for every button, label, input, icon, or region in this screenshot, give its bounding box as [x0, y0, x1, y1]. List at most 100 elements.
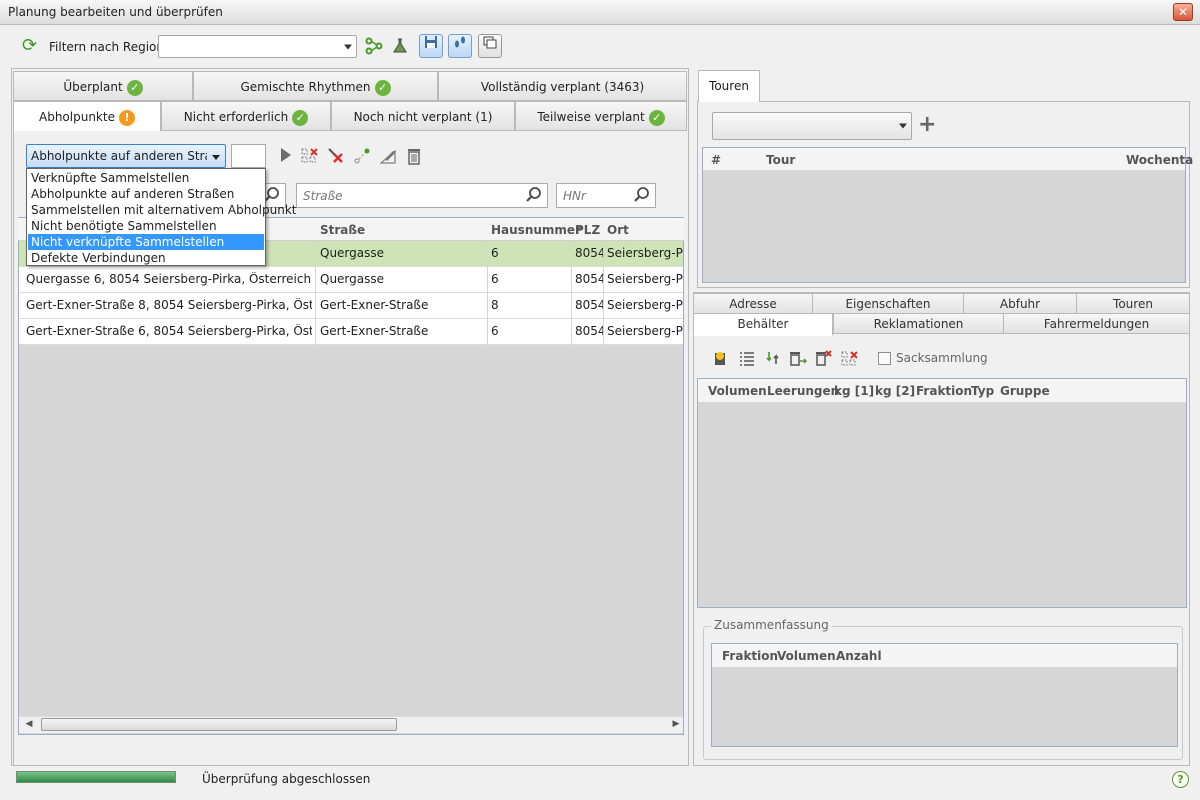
delete-link-icon[interactable]	[327, 147, 345, 165]
column-header-fraktion[interactable]: Fraktion	[722, 649, 778, 663]
help-icon[interactable]: ?	[1172, 771, 1189, 788]
column-header-leerungen[interactable]: Leerungen	[767, 384, 839, 398]
cell-number: 6	[491, 324, 499, 338]
column-header-fraktion[interactable]: Fraktion	[916, 384, 972, 398]
street-search-input[interactable]: Straße	[296, 183, 548, 208]
cell-plz: 8054	[575, 324, 603, 338]
column-header-volumen[interactable]: Volumen	[708, 384, 767, 398]
new-container-icon[interactable]	[712, 350, 730, 368]
tab-adresse[interactable]: Adresse	[693, 293, 813, 314]
container-move-icon[interactable]	[789, 350, 808, 368]
cell-street: Gert-Exner-Straße	[320, 298, 429, 312]
abholpunkt-filter-dropdown: Verknüpfte Sammelstellen Abholpunkte auf…	[26, 168, 297, 266]
clear-selection-icon[interactable]	[301, 147, 319, 165]
sacksammlung-checkbox[interactable]	[878, 352, 891, 365]
flask-icon[interactable]	[390, 37, 410, 57]
save-icon[interactable]	[419, 34, 443, 58]
window-title: Planung bearbeiten und überprüfen	[8, 5, 223, 19]
trash-icon[interactable]	[405, 147, 423, 165]
column-header-ort[interactable]: Ort	[607, 223, 629, 237]
cell-ort: Seiersberg-Pirka	[607, 298, 683, 312]
column-header-volumen[interactable]: Volumen	[777, 649, 836, 663]
tab-reklamationen[interactable]: Reklamationen	[833, 313, 1004, 334]
scroll-left-icon[interactable]: ◀	[24, 718, 34, 730]
search-icon	[526, 187, 541, 202]
cell-ort: Seiersberg-Pirka	[607, 246, 683, 260]
tab-nicht-erforderlich[interactable]: Nicht erforderlich ✓	[161, 101, 331, 131]
cell-address: Quergasse 6, 8054 Seiersberg-Pirka, Öste…	[26, 272, 312, 286]
close-button[interactable]: ✕	[1173, 3, 1193, 21]
route-icon[interactable]	[364, 37, 384, 57]
tab-touren-detail[interactable]: Touren	[1076, 293, 1190, 314]
search-icon	[634, 187, 649, 202]
delete-container-icon[interactable]	[815, 350, 833, 368]
tab-noch-nicht-verplant[interactable]: Noch nicht verplant (1)	[331, 101, 515, 131]
dropdown-option[interactable]: Nicht benötigte Sammelstellen	[28, 218, 264, 234]
table-row[interactable]: Gert-Exner-Straße 8, 8054 Seiersberg-Pir…	[19, 293, 683, 319]
behaelter-grid	[697, 378, 1187, 608]
table-row[interactable]: Gert-Exner-Straße 6, 8054 Seiersberg-Pir…	[19, 319, 683, 345]
cell-number: 6	[491, 246, 499, 260]
tab-label: Noch nicht verplant (1)	[353, 110, 493, 124]
check-icon: ✓	[374, 79, 391, 96]
tab-abholpunkte[interactable]: Abholpunkte!	[13, 101, 161, 132]
dropdown-option[interactable]: Verknüpfte Sammelstellen	[28, 170, 264, 186]
hnr-search-input[interactable]: HNr	[556, 183, 656, 208]
scroll-right-icon[interactable]: ▶	[671, 718, 681, 730]
summary-grid-header: Fraktion Volumen Anzahl	[712, 644, 1177, 667]
tab-ueberplant[interactable]: Überplant ✓	[13, 71, 193, 101]
play-icon[interactable]	[276, 147, 294, 165]
tab-eigenschaften[interactable]: Eigenschaften	[812, 293, 964, 314]
status-text: Überprüfung abgeschlossen	[202, 772, 371, 786]
column-header-gruppe[interactable]: Gruppe	[1000, 384, 1050, 398]
filter-region-label: Filtern nach Region	[49, 40, 164, 54]
edit-area-icon[interactable]	[379, 147, 397, 165]
number-input[interactable]	[231, 144, 266, 168]
tab-label: Gemischte Rhythmen	[240, 80, 371, 94]
windows-icon[interactable]	[478, 34, 502, 58]
cell-ort: Seiersberg-Pirka	[607, 272, 683, 286]
column-header-kg1[interactable]: kg [1]	[834, 384, 874, 398]
chevron-down-icon	[344, 44, 352, 49]
dropdown-option[interactable]: Abholpunkte auf anderen Straßen	[28, 186, 264, 202]
tab-abfuhr[interactable]: Abfuhr	[963, 293, 1077, 314]
column-header-kg2[interactable]: kg [2]	[875, 384, 915, 398]
refresh-icon[interactable]: ⟳	[22, 37, 40, 55]
add-tour-icon[interactable]: +	[918, 114, 938, 136]
column-header-tour[interactable]: Tour	[766, 153, 795, 167]
sacksammlung-label: Sacksammlung	[896, 351, 988, 365]
scrollbar-thumb[interactable]	[41, 718, 397, 731]
tab-touren[interactable]: Touren	[698, 70, 760, 102]
table-row[interactable]: Quergasse 6, 8054 Seiersberg-Pirka, Öste…	[19, 267, 683, 293]
connect-points-icon[interactable]	[353, 147, 371, 165]
cell-street: Quergasse	[320, 272, 385, 286]
tab-vollstaendig-verplant[interactable]: Vollständig verplant (3463)	[438, 71, 687, 101]
warning-icon: !	[118, 109, 135, 126]
column-header-nr[interactable]: #	[711, 153, 721, 167]
touren-grid-header: # Tour Wochenta	[703, 148, 1193, 170]
cell-plz: 8054	[575, 246, 603, 260]
footprints-icon[interactable]	[448, 34, 472, 58]
dropdown-option[interactable]: Defekte Verbindungen	[28, 250, 264, 266]
chevron-down-icon	[899, 123, 907, 129]
list-icon[interactable]	[738, 350, 756, 368]
tab-teilweise-verplant[interactable]: Teilweise verplant ✓	[515, 101, 687, 131]
tab-label: Überplant	[63, 80, 123, 94]
tab-behaelter[interactable]: Behälter	[693, 313, 833, 336]
swap-icon[interactable]	[764, 350, 782, 368]
tour-select[interactable]	[712, 112, 912, 140]
column-header-hausnummer[interactable]: Hausnummer	[491, 223, 581, 237]
tab-fahrermeldungen[interactable]: Fahrermeldungen	[1003, 313, 1190, 334]
clear-selection-icon[interactable]	[841, 350, 859, 368]
tab-gemischte-rhythmen[interactable]: Gemischte Rhythmen ✓	[193, 71, 438, 101]
column-header-strasse[interactable]: Straße	[320, 223, 365, 237]
column-header-wochentag[interactable]: Wochenta	[1126, 153, 1193, 167]
abholpunkt-filter-select[interactable]: Abholpunkte auf anderen Straßen	[26, 144, 226, 168]
column-header-anzahl[interactable]: Anzahl	[836, 649, 882, 663]
region-select[interactable]	[158, 35, 357, 58]
column-header-plz[interactable]: PLZ	[575, 223, 600, 237]
dropdown-option[interactable]: Sammelstellen mit alternativem Abholpunk…	[28, 202, 297, 218]
column-header-typ[interactable]: Typ	[971, 384, 994, 398]
dropdown-option-highlighted[interactable]: Nicht verknüpfte Sammelstellen	[28, 234, 264, 250]
cell-address: Gert-Exner-Straße 8, 8054 Seiersberg-Pir…	[26, 298, 312, 312]
